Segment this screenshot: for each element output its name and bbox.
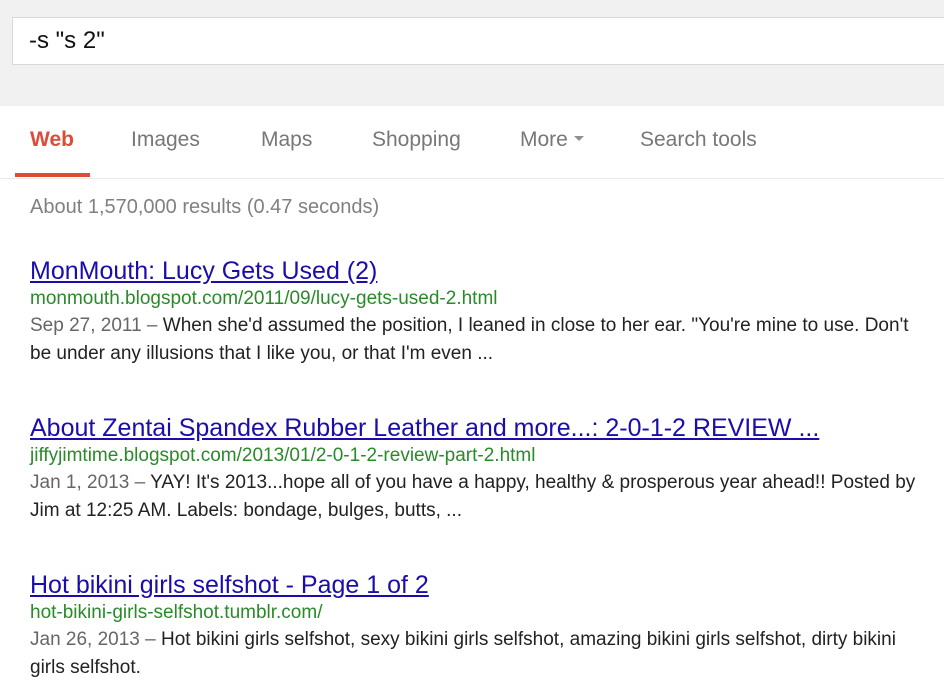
tab-maps[interactable]: Maps <box>261 128 312 152</box>
search-input[interactable] <box>29 26 929 56</box>
result-url: jiffyjimtime.blogspot.com/2013/01/2-0-1-… <box>30 445 536 466</box>
result-stats: About 1,570,000 results (0.47 seconds) <box>30 196 380 218</box>
result-title-link[interactable]: MonMouth: Lucy Gets Used (2) <box>30 256 930 286</box>
search-result: Hot bikini girls selfshot - Page 1 of 2 … <box>30 570 930 682</box>
search-result: MonMouth: Lucy Gets Used (2) monmouth.bl… <box>30 256 930 368</box>
search-box[interactable] <box>12 17 944 65</box>
result-snippet: Jan 1, 2013 – YAY! It's 2013...hope all … <box>30 469 920 525</box>
tab-web[interactable]: Web <box>30 128 74 152</box>
search-result: About Zentai Spandex Rubber Leather and … <box>30 413 930 525</box>
result-url: hot-bikini-girls-selfshot.tumblr.com/ <box>30 602 323 623</box>
tab-images[interactable]: Images <box>131 128 200 152</box>
tab-search-tools[interactable]: Search tools <box>640 128 757 152</box>
result-title-link[interactable]: About Zentai Spandex Rubber Leather and … <box>30 413 930 443</box>
result-snippet: Jan 26, 2013 – Hot bikini girls selfshot… <box>30 626 920 682</box>
result-url: monmouth.blogspot.com/2011/09/lucy-gets-… <box>30 288 498 309</box>
search-results-page: Web Images Maps Shopping More Search too… <box>0 0 944 700</box>
result-date: Sep 27, 2011 – <box>30 315 163 336</box>
active-tab-indicator <box>15 173 90 177</box>
result-snippet-text: YAY! It's 2013...hope all of you have a … <box>30 472 916 521</box>
search-tabs: Web Images Maps Shopping More Search too… <box>0 106 944 179</box>
result-date: Jan 1, 2013 – <box>30 472 151 493</box>
tab-more-label: More <box>520 128 568 151</box>
tab-more[interactable]: More <box>520 128 584 152</box>
result-date: Jan 26, 2013 – <box>30 629 161 650</box>
result-snippet: Sep 27, 2011 – When she'd assumed the po… <box>30 312 920 368</box>
search-header <box>0 0 944 107</box>
tab-shopping[interactable]: Shopping <box>372 128 461 152</box>
chevron-down-icon <box>573 135 584 141</box>
result-title-link[interactable]: Hot bikini girls selfshot - Page 1 of 2 <box>30 570 930 600</box>
